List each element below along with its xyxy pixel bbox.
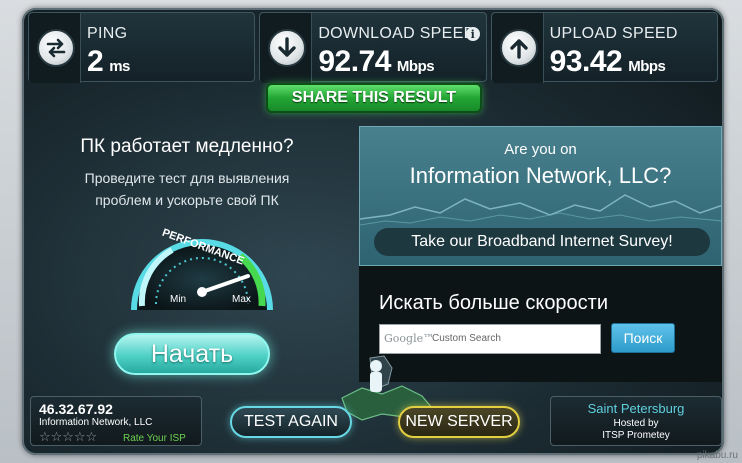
server-info-box: Saint Petersburg Hosted by ITSP Prometey — [550, 396, 722, 446]
upload-value: 93.42 Mbps — [549, 45, 666, 78]
ping-label: PING — [87, 25, 128, 42]
download-label: DOWNLOAD SPEED — [318, 25, 476, 42]
search-button[interactable]: Поиск — [611, 323, 675, 353]
download-stat: DOWNLOAD SPEED i 92.74 Mbps — [259, 12, 487, 83]
search-title: Искать больше скорости — [379, 292, 609, 314]
download-unit: Mbps — [396, 58, 435, 75]
gauge-max-label: Max — [232, 294, 251, 305]
upload-unit: Mbps — [628, 58, 666, 75]
new-server-button[interactable]: NEW SERVER — [398, 406, 520, 438]
rate-isp-link[interactable]: Rate Your ISP — [123, 433, 186, 444]
promo-title: ПК работает медленно? — [80, 136, 294, 157]
watermark: pikabu.ru — [696, 450, 738, 461]
hosted-by-label: Hosted by — [613, 418, 659, 429]
download-value: 92.74 Mbps — [318, 45, 435, 78]
isp-name: Information Network, LLC — [39, 417, 153, 428]
isp-info-box: 46.32.67.92 Information Network, LLC ☆☆☆… — [30, 396, 202, 446]
arrow-up-icon — [499, 29, 538, 67]
start-button[interactable]: Начать — [114, 333, 270, 375]
network-graph-decoration — [360, 194, 721, 226]
bottom-bar: 46.32.67.92 Information Network, LLC ☆☆☆… — [0, 386, 742, 446]
exchange-arrows-icon — [37, 29, 75, 67]
ping-value: 2 ms — [87, 45, 130, 78]
stats-bar: PING 2 ms DOWNLOAD SPEED i 92.74 Mbps UP… — [28, 12, 718, 86]
promo-subtitle: Проведите тест для выявления проблем и у… — [22, 167, 352, 211]
performance-gauge: PERFORMANCE Min Max — [112, 206, 292, 336]
ip-address: 46.32.67.92 — [39, 401, 113, 417]
rating-stars-icon[interactable]: ☆☆☆☆☆ — [39, 429, 97, 445]
info-icon[interactable]: i — [465, 27, 480, 41]
speedtest-window: PING 2 ms DOWNLOAD SPEED i 92.74 Mbps UP… — [0, 0, 742, 463]
upload-label: UPLOAD SPEED — [549, 25, 678, 42]
ping-unit: ms — [109, 58, 130, 75]
upload-stat: UPLOAD SPEED 93.42 Mbps — [490, 12, 718, 83]
gauge-min-label: Min — [170, 294, 186, 305]
promo-line-1: Проведите тест для выявления — [84, 170, 290, 186]
hosted-by: Hosted by ITSP Prometey — [551, 418, 721, 442]
survey-banner[interactable]: Are you on Information Network, LLC? Tak… — [359, 126, 722, 266]
hosted-by-name: ITSP Prometey — [602, 430, 670, 441]
server-city: Saint Petersburg — [587, 401, 685, 416]
take-survey-button[interactable]: Take our Broadband Internet Survey! — [374, 228, 710, 256]
survey-question-line-1: Are you on — [504, 141, 577, 158]
share-result-button[interactable]: SHARE THIS RESULT — [266, 83, 482, 113]
ping-stat: PING 2 ms — [28, 12, 256, 83]
test-again-button[interactable]: TEST AGAIN — [230, 406, 352, 438]
